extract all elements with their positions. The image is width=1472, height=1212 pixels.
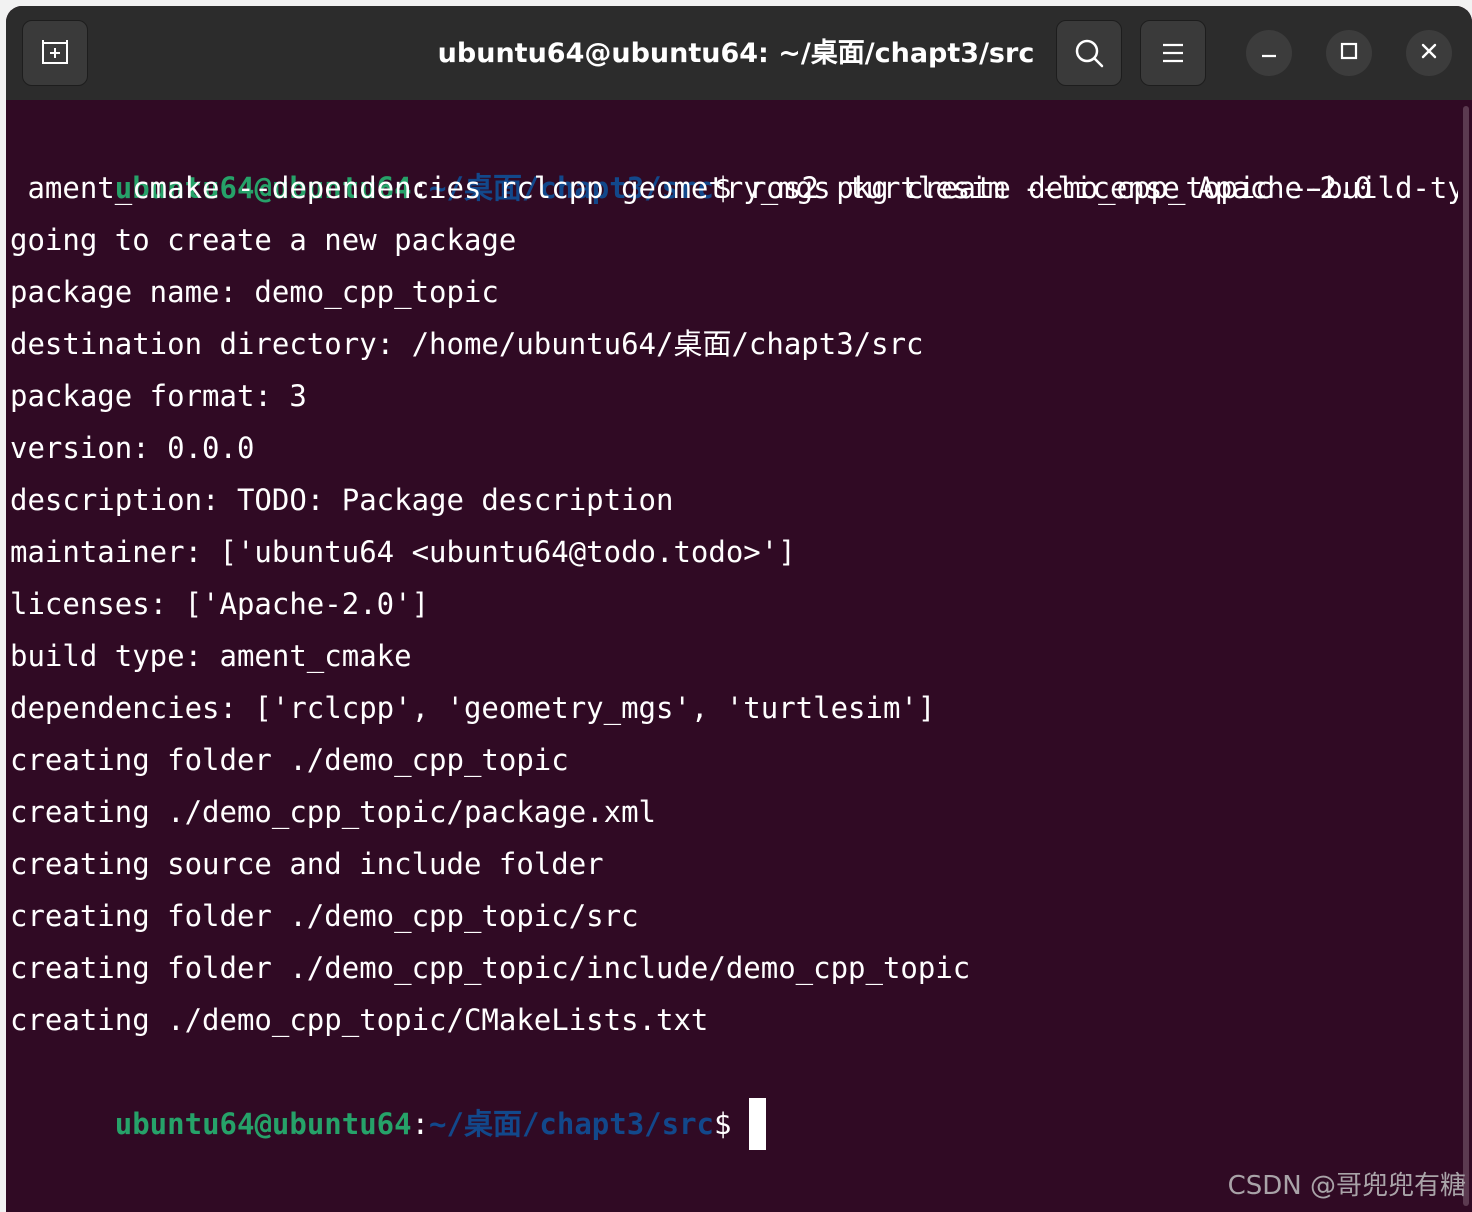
hamburger-menu-icon [1161, 43, 1185, 63]
text-cursor [748, 1098, 766, 1150]
maximize-button[interactable] [1326, 30, 1372, 76]
minimize-icon [1259, 41, 1279, 65]
output-line: build type: ament_cmake [10, 639, 412, 673]
output-line: creating folder ./demo_cpp_topic [10, 743, 569, 777]
command-line: ubuntu64@ubuntu64:~/桌面/chapt3/src$ ros2 … [10, 110, 1472, 205]
new-tab-button[interactable] [22, 20, 88, 86]
output-line: creating source and include folder [10, 847, 604, 881]
scrollbar-thumb[interactable] [1463, 106, 1469, 1206]
prompt-path: ~/桌面/chapt3/src [429, 1107, 715, 1141]
menu-button[interactable] [1140, 20, 1206, 86]
current-prompt-line[interactable]: ubuntu64@ubuntu64:~/桌面/chapt3/src$ [10, 1046, 766, 1150]
output-line: description: TODO: Package description [10, 483, 674, 517]
output-line: going to create a new package [10, 223, 517, 257]
window-title: ubuntu64@ubuntu64: ~/桌面/chapt3/src [437, 38, 1035, 69]
terminal-output[interactable]: ubuntu64@ubuntu64:~/桌面/chapt3/src$ ros2 … [10, 100, 1472, 1212]
search-button[interactable] [1056, 20, 1122, 86]
output-line: version: 0.0.0 [10, 431, 255, 465]
output-line: creating folder ./demo_cpp_topic/include… [10, 951, 971, 985]
terminal-window: ubuntu64@ubuntu64: ~/桌面/chapt3/src ubunt… [6, 6, 1472, 1212]
title-bar[interactable]: ubuntu64@ubuntu64: ~/桌面/chapt3/src [6, 6, 1472, 100]
prompt-user-host: ubuntu64@ubuntu64 [114, 1107, 412, 1141]
new-tab-icon [39, 39, 71, 67]
output-line: package format: 3 [10, 379, 307, 413]
output-line: licenses: ['Apache-2.0'] [10, 587, 430, 621]
output-line: dependencies: ['rclcpp', 'geometry_mgs',… [10, 691, 936, 725]
vertical-scrollbar[interactable] [1458, 100, 1472, 1212]
maximize-icon [1339, 41, 1359, 65]
prompt-dollar: $ [714, 1107, 732, 1141]
output-line: creating ./demo_cpp_topic/CMakeLists.txt [10, 1003, 709, 1037]
close-icon [1419, 41, 1439, 65]
output-line: creating ./demo_cpp_topic/package.xml [10, 795, 657, 829]
output-line: maintainer: ['ubuntu64 <ubuntu64@todo.to… [10, 535, 796, 569]
watermark: CSDN @哥兜兜有糖 [1227, 1171, 1466, 1201]
output-line: destination directory: /home/ubuntu64/桌面… [10, 327, 924, 361]
minimize-button[interactable] [1246, 30, 1292, 76]
command-continuation: ament_cmake --dependencies rclcpp geomet… [10, 171, 1372, 205]
output-line: creating folder ./demo_cpp_topic/src [10, 899, 639, 933]
close-button[interactable] [1406, 30, 1452, 76]
output-line: package name: demo_cpp_topic [10, 275, 499, 309]
prompt-colon: : [411, 1107, 430, 1141]
search-icon [1074, 38, 1104, 68]
